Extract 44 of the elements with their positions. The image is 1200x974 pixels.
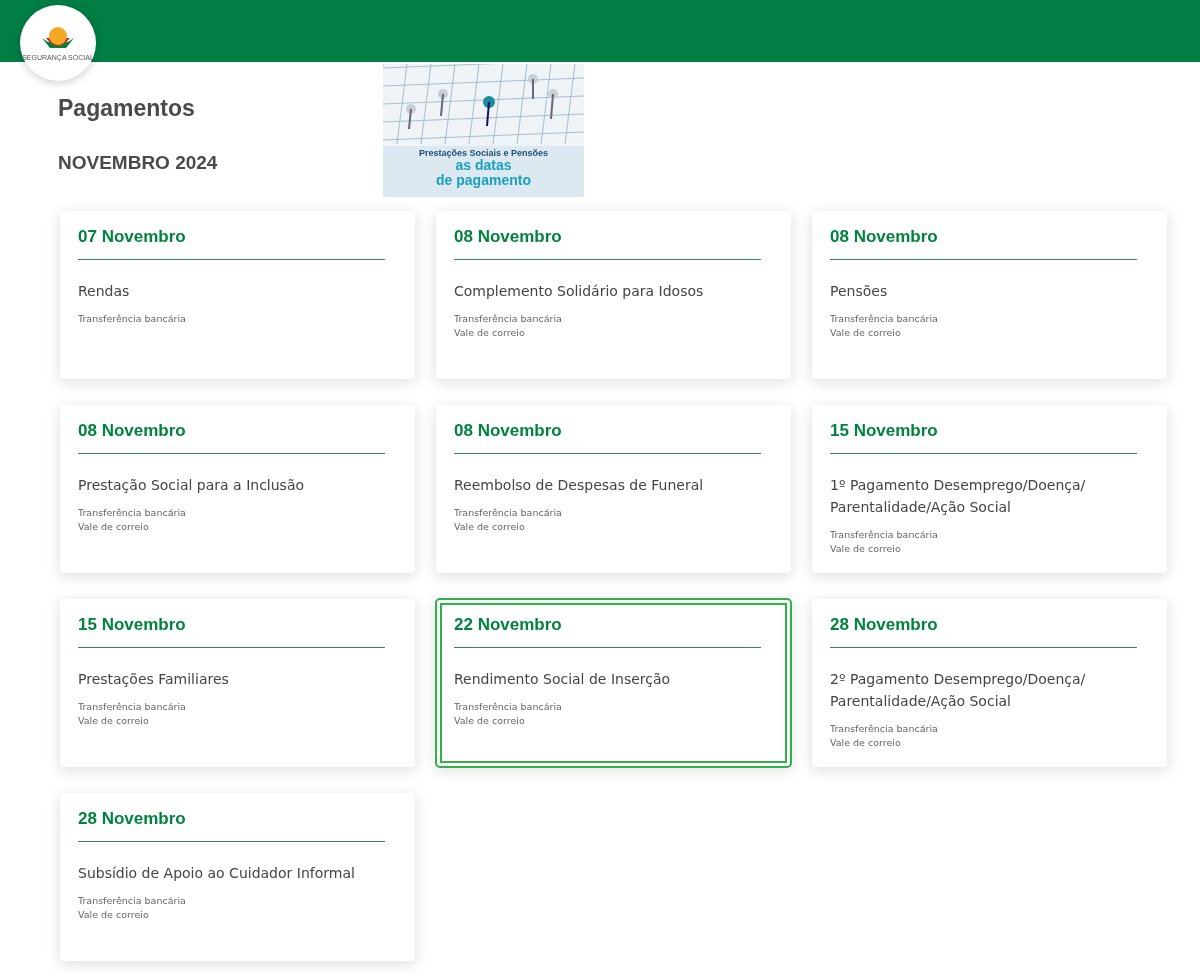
payment-method: Vale de correio (78, 715, 150, 726)
payment-date: 28 Novembro (830, 615, 1137, 648)
payment-date: 15 Novembro (830, 421, 1137, 454)
payment-method: Vale de correio (830, 543, 902, 554)
payment-method: Vale de correio (830, 737, 902, 748)
payment-method: Vale de correio (454, 327, 526, 338)
payment-method: Transferência bancária (78, 313, 187, 324)
benefit-title: 2º Pagamento Desemprego/Doença/ Parentalidade/Ação Social (830, 670, 1087, 711)
banner-subtitle: Prestações Sociais e Pensões (418, 148, 549, 158)
payment-date: 15 Novembro (78, 615, 385, 648)
payment-method: Transferência bancária (830, 723, 939, 734)
benefit-title: 1º Pagamento Desemprego/Doença/ Parentalidade/Ação Social (830, 476, 1087, 517)
benefit-title: Complemento Solidário para Idosos (454, 282, 705, 301)
payment-method: Vale de correio (830, 327, 902, 338)
payment-date: 08 Novembro (454, 227, 761, 260)
payment-date: 07 Novembro (78, 227, 385, 260)
payment-method: Transferência bancária (830, 313, 939, 324)
benefit-title: Rendas (78, 282, 131, 301)
benefit-title: Reembolso de Despesas de Funeral (454, 476, 705, 495)
payment-date: 22 Novembro (454, 615, 761, 648)
payment-date: 28 Novembro (78, 809, 385, 842)
payment-method: Vale de correio (454, 521, 526, 532)
payment-method: Transferência bancária (78, 895, 187, 906)
month-heading: NOVEMBRO 2024 (58, 152, 219, 174)
benefit-title: Prestação Social para a Inclusão (78, 476, 306, 495)
banner-title-line: as datas (455, 158, 512, 173)
payment-method: Transferência bancária (78, 701, 187, 712)
payment-method: Vale de correio (454, 715, 526, 726)
payment-method: Transferência bancária (454, 507, 563, 518)
payment-method: Transferência bancária (454, 313, 563, 324)
benefit-title: Prestações Familiares (78, 670, 230, 689)
payment-date: 08 Novembro (78, 421, 385, 454)
payment-method: Transferência bancária (454, 701, 563, 712)
payment-method: Transferência bancária (78, 507, 187, 518)
payment-date: 08 Novembro (830, 227, 1137, 260)
banner-title-line: de pagamento (436, 173, 531, 188)
payment-method: Vale de correio (78, 909, 150, 920)
payment-date: 08 Novembro (454, 421, 761, 454)
page-title: Pagamentos (58, 95, 196, 122)
benefit-title: Subsídio de Apoio ao Cuidador Informal (78, 864, 356, 883)
benefit-title: Rendimento Social de Inserção (454, 670, 672, 689)
benefit-title: Pensões (830, 282, 889, 301)
payment-method: Transferência bancária (830, 529, 939, 540)
payment-method: Vale de correio (78, 521, 150, 532)
